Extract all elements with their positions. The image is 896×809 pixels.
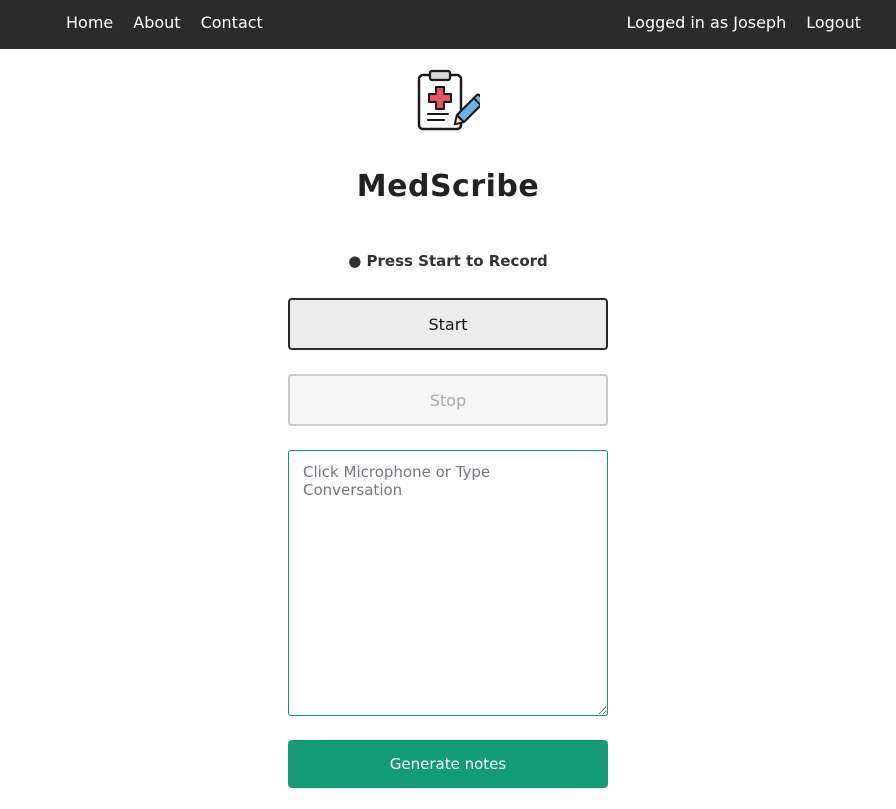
clipboard-medical-pen-icon [417, 69, 480, 131]
top-navbar: Home About Contact Logged in as Joseph L… [0, 0, 896, 49]
nav-home-link[interactable]: Home [66, 13, 113, 32]
nav-contact-link[interactable]: Contact [201, 13, 263, 32]
user-status-text: Logged in as Joseph [626, 13, 787, 32]
nav-right-links: Logged in as Joseph Logout [627, 0, 861, 45]
recording-status: ● Press Start to Record [348, 252, 548, 270]
nav-about-link[interactable]: About [133, 13, 180, 32]
start-button[interactable]: Start [288, 298, 608, 350]
app-title: MedScribe [356, 169, 540, 205]
stop-button[interactable]: Stop [288, 374, 608, 426]
logout-link[interactable]: Logout [806, 13, 861, 32]
main-content: MedScribe ● Press Start to Record Start … [0, 49, 896, 809]
generate-notes-button[interactable]: Generate notes [288, 740, 608, 788]
nav-left-links: Home About Contact [66, 0, 263, 45]
conversation-input[interactable] [288, 450, 608, 716]
